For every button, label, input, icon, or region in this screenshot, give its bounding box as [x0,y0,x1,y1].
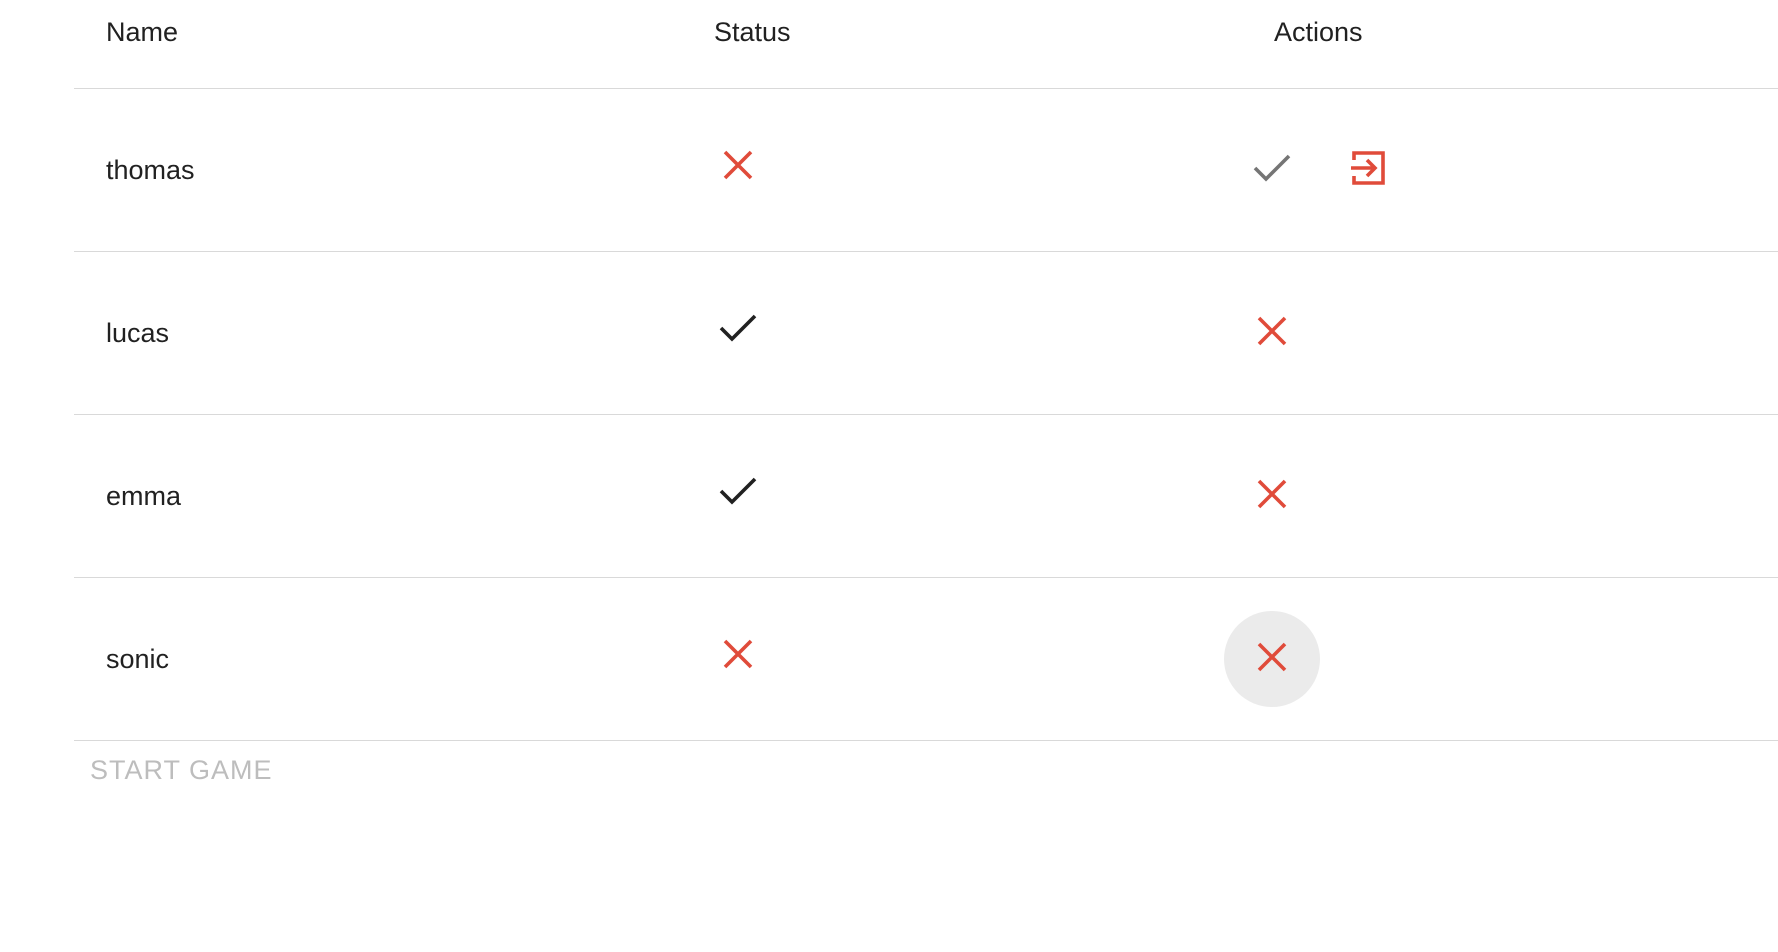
table-header-row: Name Status Actions [74,0,1778,89]
table-row: thomas [74,89,1778,252]
check-icon [714,467,762,515]
header-status: Status [714,16,791,47]
exit-to-app-icon [1348,148,1388,193]
header-name: Name [106,16,179,47]
table-row: lucas [74,252,1778,415]
lobby-page: Name Status Actions thomas lucas emma so… [0,0,1778,952]
player-name: lucas [106,317,170,348]
close-icon [1255,314,1289,353]
kick-button[interactable] [1224,448,1320,544]
kick-button[interactable] [1224,611,1320,707]
start-game-button[interactable]: START GAME [90,755,273,786]
ready-button[interactable] [1224,122,1320,218]
leave-button[interactable] [1320,122,1416,218]
table-row: sonic [74,578,1778,741]
close-icon [1255,640,1289,679]
check-icon [714,304,762,352]
check-icon [1252,152,1292,189]
close-icon [714,630,762,678]
player-name: thomas [106,154,195,185]
player-name: emma [106,480,182,511]
kick-button[interactable] [1224,285,1320,381]
players-table: Name Status Actions thomas lucas emma so… [74,0,1778,741]
player-name: sonic [106,643,170,674]
table-row: emma [74,415,1778,578]
close-icon [714,141,762,189]
close-icon [1255,477,1289,516]
header-actions: Actions [1274,16,1363,47]
